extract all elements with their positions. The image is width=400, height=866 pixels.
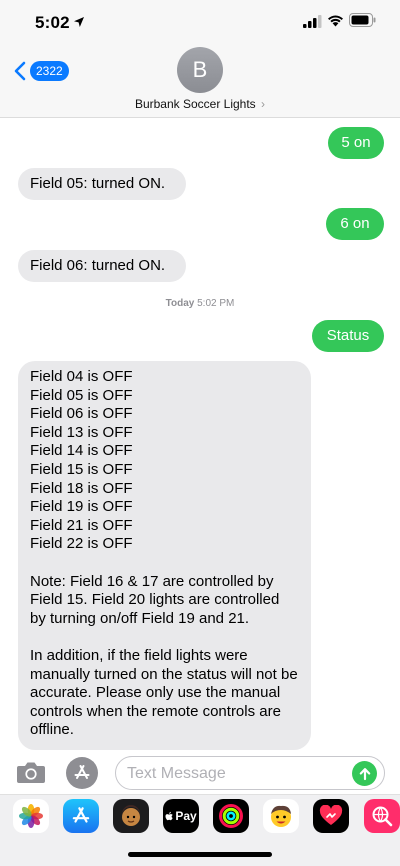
send-button[interactable] [352,761,377,786]
memoji-face-icon [122,805,140,826]
status-note: Note: Field 16 & 17 are controlled by Fi… [30,572,280,627]
status-addition: In addition, if the field lights were ma… [30,646,298,739]
activity-rings-icon [219,804,243,828]
message-input[interactable] [127,764,347,784]
globe-search-icon [372,806,393,827]
contact-avatar[interactable]: B [177,47,223,93]
status-line: Field 06 is OFF [30,405,133,423]
outgoing-message[interactable]: Status [312,320,384,352]
location-arrow-icon [74,17,84,27]
message-input-field[interactable] [115,756,385,790]
timestamp-time: 5:02 PM [197,298,235,309]
timestamp-day: Today [165,298,195,309]
status-line: Field 18 is OFF [30,479,133,497]
status-line: Field 04 is OFF [30,368,133,385]
outgoing-message[interactable]: 5 on [328,127,384,159]
back-button[interactable]: 2322 [14,60,69,82]
activity-icon[interactable] [213,799,249,833]
digital-touch-icon[interactable] [313,799,349,833]
photos-flower-icon [19,804,43,828]
unread-count-badge: 2322 [30,61,69,81]
app-store-glyph-icon [74,765,90,779]
home-indicator[interactable] [128,852,272,857]
cellular-signal-icon [303,15,322,28]
app-store-a-icon [72,807,90,823]
conversation-header: 5:02 2322 B Burbank Soccer Lights › [0,0,400,118]
camera-icon[interactable] [16,761,46,784]
heart-icon [319,805,343,825]
incoming-message[interactable]: Field 05: turned ON. [18,168,186,200]
app-store-icon[interactable] [63,799,99,833]
imessage-app-drawer: Pay [0,794,400,866]
chevron-left-icon [14,61,26,81]
status-time: 5:02 [35,13,70,32]
web-search-icon[interactable] [364,799,400,833]
memoji-icon[interactable] [113,799,149,833]
status-line: Field 21 is OFF [30,516,133,534]
contact-name: Burbank Soccer Lights [134,97,256,111]
status-line: Field 05 is OFF [30,386,133,404]
incoming-message[interactable]: Field 06: turned ON. [18,250,186,282]
status-bar: 5:02 [0,0,400,46]
animoji-face-icon [271,805,291,827]
status-line: Field 22 is OFF [30,535,133,553]
apple-logo-icon [165,811,174,820]
apple-pay-icon[interactable]: Pay [163,799,199,833]
app-store-button[interactable] [66,757,98,789]
apple-pay-label: Pay [175,809,197,823]
wifi-icon [328,15,343,27]
message-timestamp: Today 5:02 PM [0,298,400,309]
status-line: Field 14 is OFF [30,442,133,460]
animoji-icon[interactable] [263,799,299,833]
contact-name-button[interactable]: Burbank Soccer Lights › [0,97,400,111]
status-line: Field 13 is OFF [30,423,133,441]
outgoing-message[interactable]: 6 on [326,208,384,240]
photos-icon[interactable] [13,799,49,833]
battery-icon [349,13,376,27]
chevron-right-icon: › [261,97,266,111]
status-line: Field 15 is OFF [30,460,133,478]
status-line: Field 19 is OFF [30,498,133,516]
incoming-status-message[interactable]: Field 04 is OFF Field 05 is OFF Field 06… [18,361,311,750]
arrow-up-icon [359,767,370,780]
